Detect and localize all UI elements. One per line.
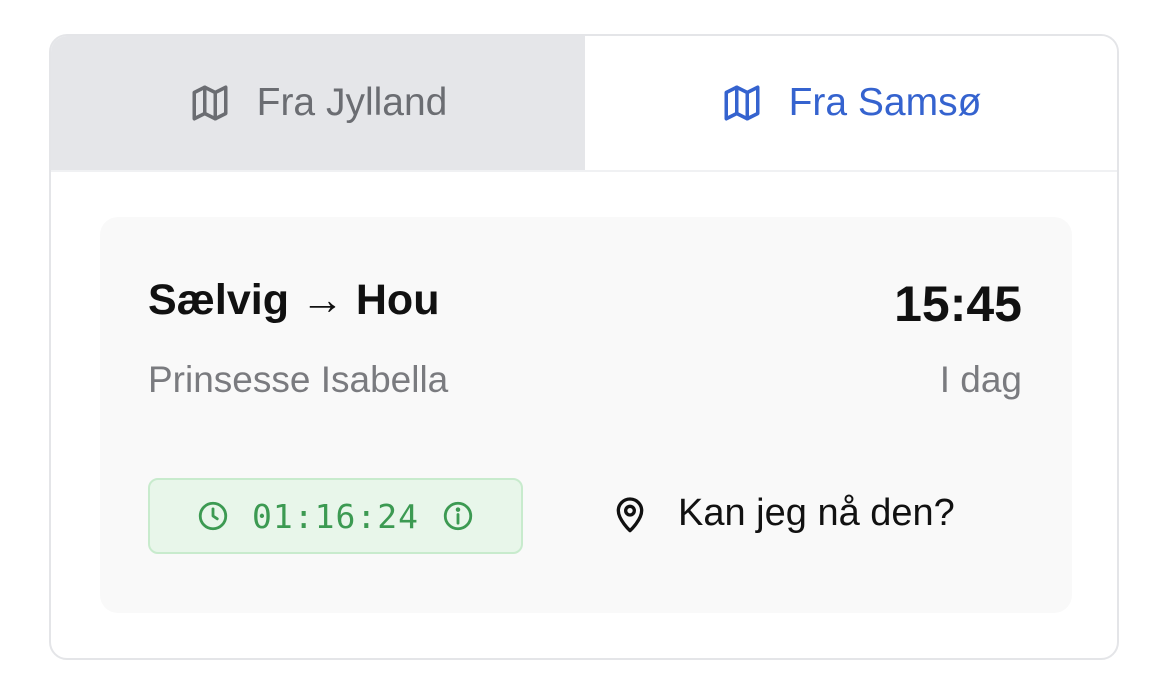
map-pin-icon <box>610 493 650 535</box>
tab-fra-jylland[interactable]: Fra Jylland <box>51 36 585 170</box>
tab-label: Fra Jylland <box>256 81 448 124</box>
countdown-value: 01:16:24 <box>252 496 419 536</box>
departure-day: I dag <box>939 359 1022 400</box>
departure-time: 15:45 <box>894 276 1022 332</box>
info-icon[interactable] <box>441 499 475 533</box>
countdown-badge[interactable]: 01:16:24 <box>148 478 523 554</box>
map-icon <box>721 82 763 124</box>
route-title: Sælvig → Hou <box>148 276 440 324</box>
tab-bar: Fra Jylland Fra Samsø <box>51 36 1117 172</box>
map-icon <box>189 82 231 124</box>
can-i-make-it-button[interactable]: Kan jeg nå den? <box>610 492 955 535</box>
departure-card: Fra Jylland Fra Samsø Sælvig → Hou Prins… <box>49 34 1119 660</box>
can-i-make-it-label: Kan jeg nå den? <box>678 492 955 534</box>
tab-label: Fra Samsø <box>788 81 982 124</box>
tab-fra-samso[interactable]: Fra Samsø <box>585 36 1117 170</box>
clock-icon <box>196 499 230 533</box>
departure-panel: Sælvig → Hou Prinsesse Isabella 15:45 I … <box>100 217 1072 613</box>
ship-name: Prinsesse Isabella <box>148 359 449 400</box>
